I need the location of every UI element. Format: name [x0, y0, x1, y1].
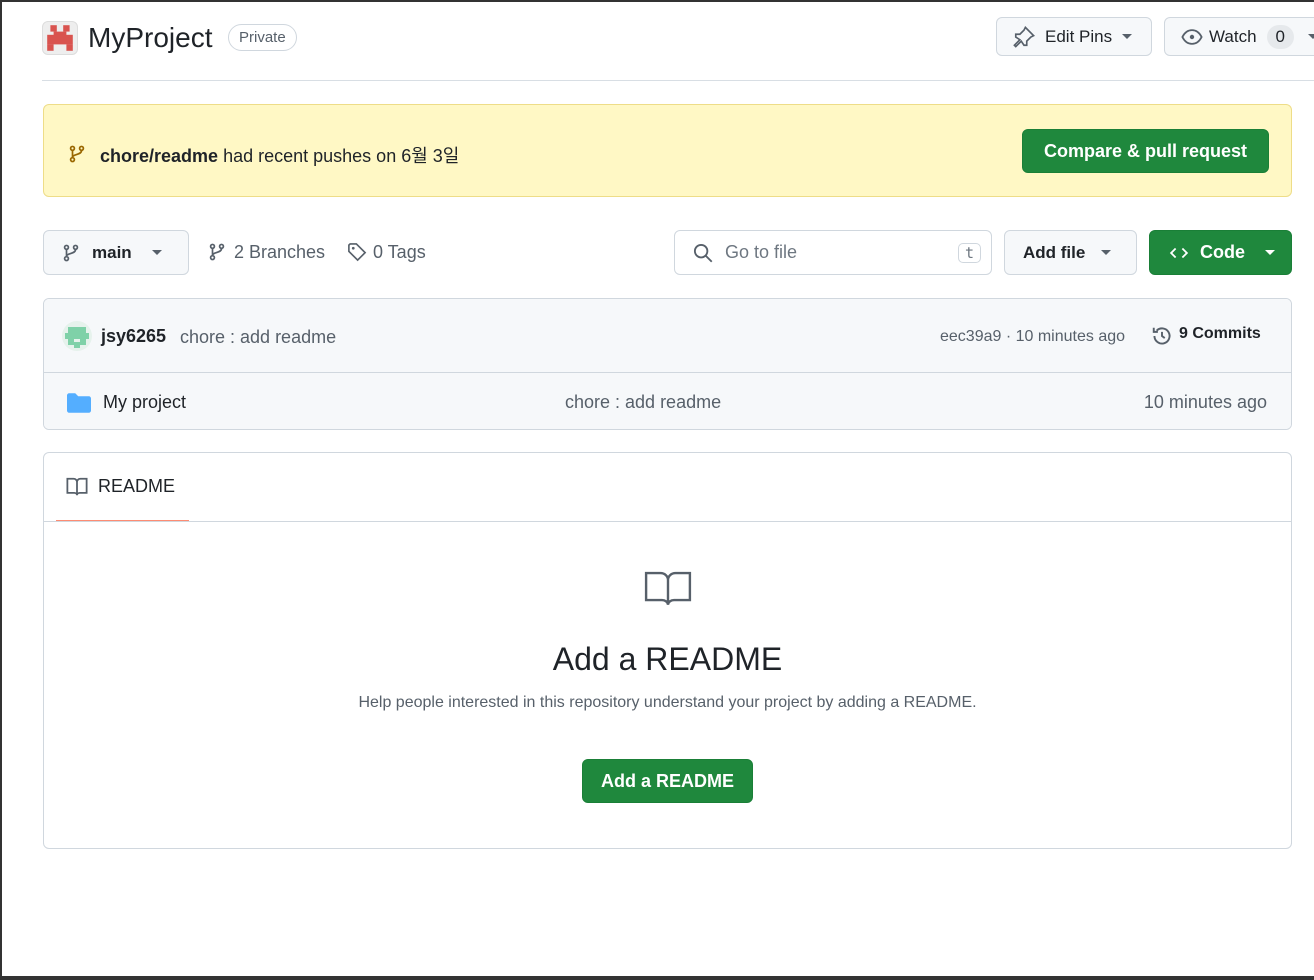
repo-avatar [42, 21, 78, 55]
chevron-down-icon [151, 250, 162, 255]
add-file-label: Add file [1023, 242, 1086, 262]
go-to-file-input[interactable]: Go to file t [674, 230, 992, 275]
branches-label: 2 Branches [234, 242, 326, 262]
eye-icon [1181, 28, 1203, 45]
file-time: 10 minutes ago [1143, 392, 1267, 412]
branch-select[interactable]: main [43, 230, 189, 275]
book-icon [66, 477, 88, 495]
add-file-button[interactable]: Add file [1004, 230, 1137, 275]
readme-description: Help people interested in this repositor… [358, 694, 977, 711]
book-icon [644, 571, 692, 606]
readme-tab-label: README [98, 476, 176, 496]
watch-button[interactable]: Watch 0 [1164, 17, 1314, 56]
tags-label: 0 Tags [373, 242, 426, 262]
code-label: Code [1200, 242, 1245, 262]
chevron-down-icon [1101, 250, 1112, 255]
tag-icon [348, 243, 367, 262]
banner-branch[interactable]: chore/readme [100, 146, 218, 166]
search-placeholder: Go to file [725, 242, 798, 262]
file-table: jsy6265 chore : add readme eec39a9 · 10 … [43, 298, 1292, 430]
header-divider [42, 80, 1314, 81]
readme-title: Add a README [552, 641, 783, 677]
chevron-down-icon [1308, 34, 1314, 39]
file-name[interactable]: My project [103, 392, 186, 413]
watch-label: Watch [1209, 26, 1257, 46]
branch-icon [69, 145, 85, 163]
file-commit-message[interactable]: chore : add readme [565, 392, 721, 413]
pin-icon [1013, 25, 1035, 48]
watch-count: 0 [1266, 24, 1295, 49]
edit-pins-label: Edit Pins [1045, 26, 1113, 46]
readme-panel: README Add a README Help people interest… [43, 452, 1292, 849]
chevron-down-icon [1265, 250, 1275, 255]
chevron-down-icon [1122, 34, 1133, 39]
tab-readme[interactable]: README [56, 453, 189, 522]
commit-hash-time[interactable]: eec39a9 · 10 minutes ago [940, 328, 1125, 346]
history-icon [1152, 327, 1171, 345]
visibility-badge: Private [228, 24, 297, 51]
folder-icon [67, 393, 91, 413]
compare-pull-request-button[interactable]: Compare & pull request [1022, 129, 1269, 173]
commit-message[interactable]: chore : add readme [180, 327, 336, 348]
branch-icon [63, 244, 79, 261]
author-avatar [62, 321, 92, 351]
recent-push-banner: chore/readme had recent pushes on 6월 3일 … [43, 104, 1292, 197]
search-icon [693, 243, 713, 262]
add-readme-button[interactable]: Add a README [582, 759, 753, 803]
repo-name[interactable]: MyProject [88, 22, 212, 54]
banner-text: had recent pushes on 6월 3일 [223, 146, 460, 166]
commit-author[interactable]: jsy6265 [101, 326, 166, 347]
edit-pins-button[interactable]: Edit Pins [996, 17, 1152, 56]
code-icon [1169, 247, 1189, 258]
branch-label: main [92, 242, 132, 262]
latest-commit-row: jsy6265 chore : add readme eec39a9 · 10 … [44, 299, 1291, 373]
file-row[interactable]: My project chore : add readme 10 minutes… [44, 373, 1291, 429]
tab-divider [44, 521, 1291, 522]
branches-link[interactable]: 2 Branches [208, 242, 325, 263]
branch-icon [209, 243, 225, 261]
shortcut-key: t [957, 242, 981, 263]
tags-link[interactable]: 0 Tags [347, 242, 426, 263]
commits-label: 9 Commits [1179, 325, 1261, 342]
code-button[interactable]: Code [1149, 230, 1292, 275]
commits-link[interactable]: 9 Commits [1151, 325, 1261, 347]
